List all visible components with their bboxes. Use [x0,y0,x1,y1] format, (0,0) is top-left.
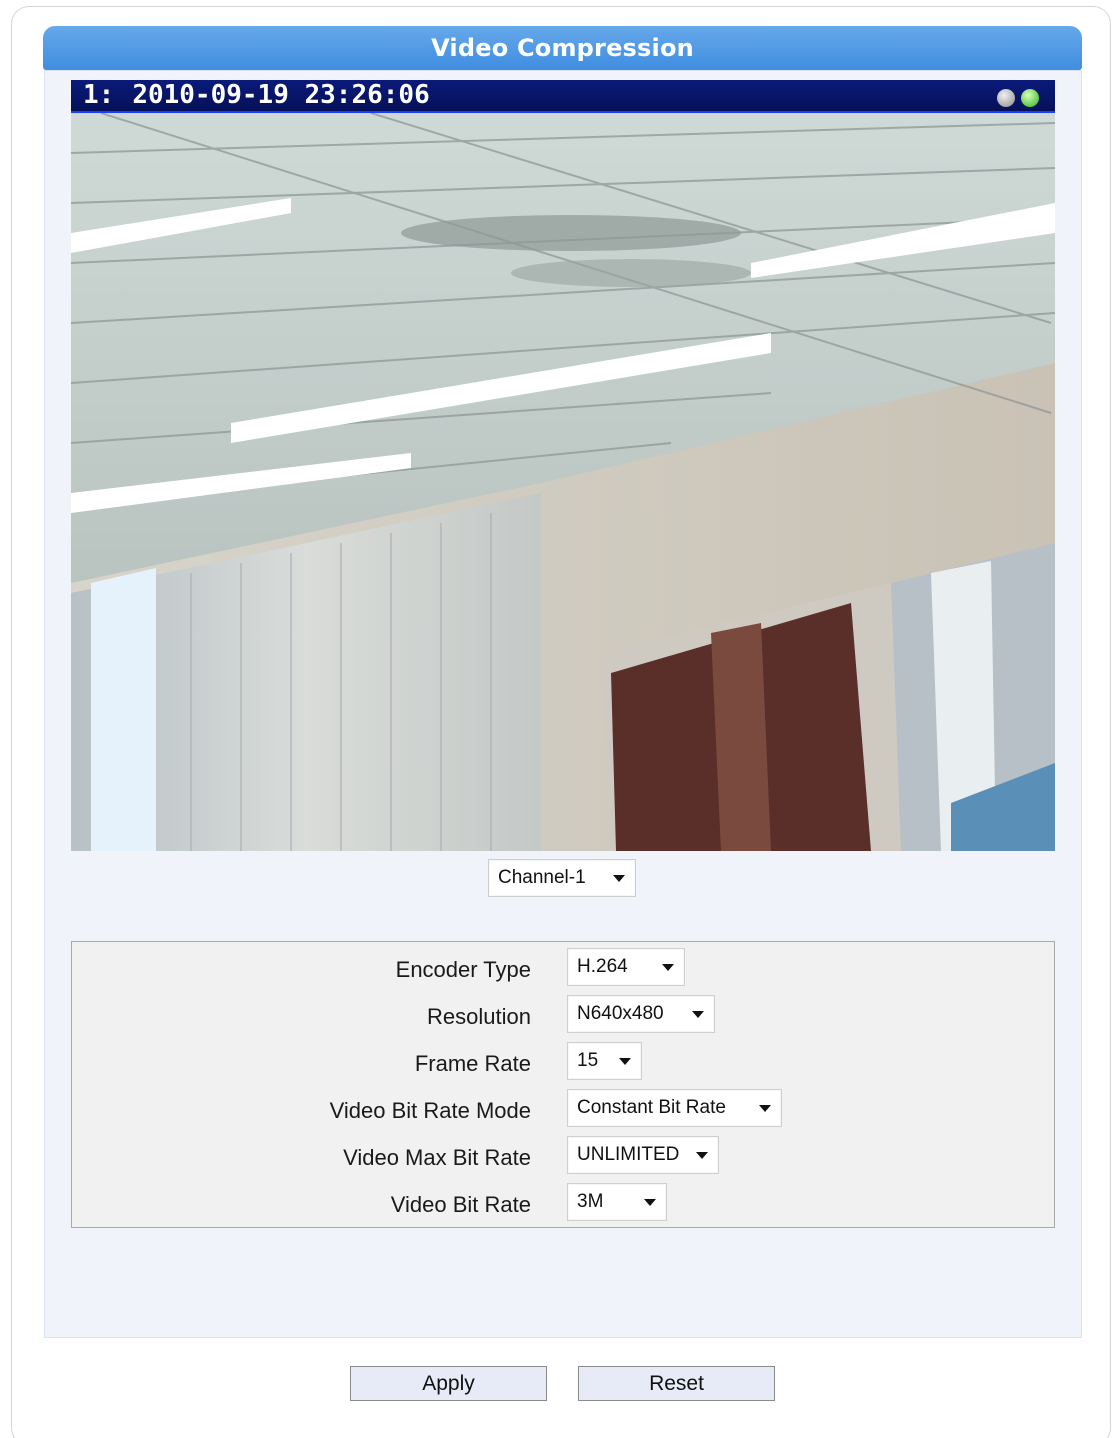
bit-rate-label: Video Bit Rate [390,1192,531,1217]
chevron-down-icon [696,1152,708,1159]
bit-rate-mode-label: Video Bit Rate Mode [329,1098,531,1123]
settings-table [71,941,1055,1228]
video-header-bar: 1: 2010-09-19 23:26:06 [71,80,1055,113]
resolution-label: Resolution [427,1004,531,1029]
page-title: Video Compression [43,26,1082,70]
max-bit-rate-value: UNLIMITED [577,1144,680,1165]
bit-rate-mode-value: Constant Bit Rate [577,1097,726,1118]
chevron-down-icon [692,1011,704,1018]
chevron-down-icon [644,1199,656,1206]
encoder-type-label: Encoder Type [395,957,531,982]
resolution-value: N640x480 [577,1003,664,1024]
chevron-down-icon [759,1105,771,1112]
record-status-icon [997,89,1015,107]
frame-rate-select[interactable]: 15 [567,1042,642,1080]
bit-rate-value: 3M [577,1191,604,1212]
camera-image [71,113,1055,851]
encoder-type-value: H.264 [577,956,628,977]
connection-status-icon [1021,89,1039,107]
video-preview: 1: 2010-09-19 23:26:06 [71,80,1055,851]
resolution-select[interactable]: N640x480 [567,995,715,1033]
chevron-down-icon [662,964,674,971]
frame-rate-value: 15 [577,1050,599,1071]
video-timestamp: 2010-09-19 23:26:06 [132,80,430,110]
bit-rate-select[interactable]: 3M [567,1183,667,1221]
channel-select[interactable]: Channel-1 [488,859,636,897]
frame-rate-label: Frame Rate [414,1051,531,1076]
bit-rate-mode-select[interactable]: Constant Bit Rate [567,1089,782,1127]
channel-select-value: Channel-1 [498,867,586,888]
reset-button[interactable]: Reset [578,1366,775,1401]
apply-button[interactable]: Apply [350,1366,547,1401]
max-bit-rate-select[interactable]: UNLIMITED [567,1136,719,1174]
video-overlay: 1: 2010-09-19 23:26:06 [83,80,430,110]
channel-number: 1: [83,80,115,110]
chevron-down-icon [613,875,625,882]
chevron-down-icon [619,1058,631,1065]
max-bit-rate-label: Video Max Bit Rate [343,1145,531,1170]
encoder-type-select[interactable]: H.264 [567,948,685,986]
